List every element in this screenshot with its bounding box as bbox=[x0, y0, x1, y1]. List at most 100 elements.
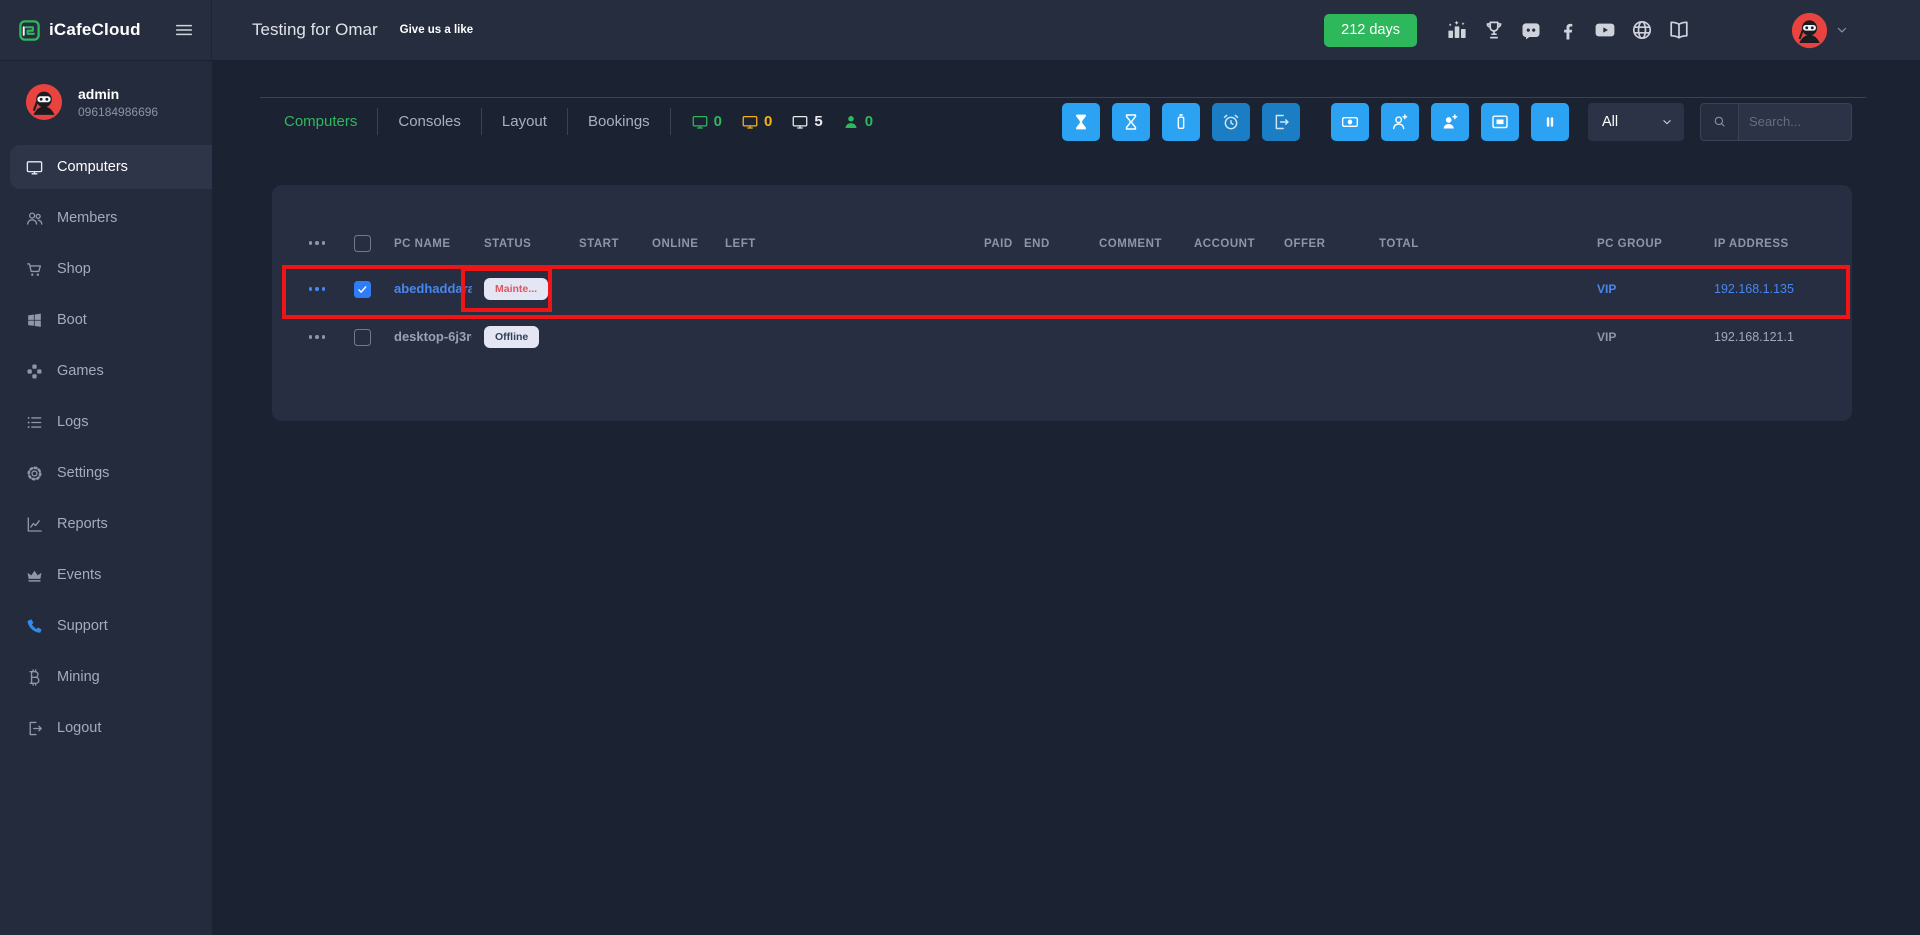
cell-status: Offline bbox=[472, 326, 567, 348]
sidebar-item-members[interactable]: Members bbox=[10, 196, 212, 240]
hourglass-filled-button[interactable] bbox=[1062, 103, 1100, 141]
pc-name-link[interactable]: abedhaddara bbox=[394, 281, 472, 296]
sidebar-item-label: Mining bbox=[57, 669, 100, 685]
battery-button[interactable] bbox=[1162, 103, 1200, 141]
counter-value: 0 bbox=[764, 113, 772, 130]
members-icon bbox=[25, 209, 57, 228]
cash-button[interactable] bbox=[1331, 103, 1369, 141]
brand-area: iCafeCloud bbox=[0, 0, 212, 60]
sign-out-button[interactable] bbox=[1262, 103, 1300, 141]
license-days-button[interactable]: 212 days bbox=[1324, 14, 1417, 47]
row-menu-icon[interactable] bbox=[309, 241, 326, 245]
sidebar-item-support[interactable]: Support bbox=[10, 604, 212, 648]
support-icon bbox=[25, 617, 57, 636]
monitor-icon bbox=[691, 113, 709, 131]
column-header-start: START bbox=[579, 238, 619, 250]
cell-start: START bbox=[567, 234, 640, 252]
person-icon bbox=[842, 113, 860, 131]
screenshot-button[interactable] bbox=[1481, 103, 1519, 141]
cell-pc-name: desktop-6j3rg... bbox=[382, 328, 472, 346]
add-member-button[interactable] bbox=[1381, 103, 1419, 141]
pause-button[interactable] bbox=[1531, 103, 1569, 141]
select-all-checkbox[interactable] bbox=[354, 235, 371, 252]
youtube-icon[interactable] bbox=[1593, 18, 1617, 42]
sidebar-item-logout[interactable]: Logout bbox=[10, 706, 212, 750]
cell-pc-name: PC NAME bbox=[382, 234, 472, 252]
cell-actions bbox=[292, 287, 342, 291]
pc-group-value: VIP bbox=[1597, 282, 1616, 296]
monitor-icon bbox=[791, 113, 809, 131]
topbar-icon-links bbox=[1445, 18, 1691, 42]
sidebar-item-games[interactable]: Games bbox=[10, 349, 212, 393]
give-us-a-like-link[interactable]: Give us a like bbox=[400, 24, 474, 36]
toolbar-buttons bbox=[1050, 103, 1569, 141]
main-content: ComputersConsolesLayoutBookings 0 0 5 0 All… bbox=[212, 61, 1920, 935]
status-badge[interactable]: Offline bbox=[484, 326, 539, 348]
row-menu-icon[interactable] bbox=[309, 287, 326, 291]
column-header-pc-group: PC GROUP bbox=[1597, 238, 1662, 250]
search-input[interactable] bbox=[1739, 104, 1851, 140]
account-menu[interactable] bbox=[1791, 12, 1850, 49]
status-counters: 0 0 5 0 bbox=[691, 113, 873, 131]
cell-ip: 192.168.1.135 bbox=[1702, 280, 1832, 298]
sidebar-item-label: Events bbox=[57, 567, 101, 583]
sidebar-item-computers[interactable]: Computers bbox=[10, 145, 212, 189]
topbar: iCafeCloud Testing for Omar Give us a li… bbox=[0, 0, 1920, 61]
sidebar-item-boot[interactable]: Boot bbox=[10, 298, 212, 342]
toolbar-row: ComputersConsolesLayoutBookings 0 0 5 0 All bbox=[260, 97, 1866, 145]
filter-select[interactable]: All bbox=[1588, 103, 1684, 141]
sidebar-item-shop[interactable]: Shop bbox=[10, 247, 212, 291]
table-row-1: desktop-6j3rg...OfflineVIP192.168.121.1 bbox=[292, 313, 1832, 361]
sidebar-item-reports[interactable]: Reports bbox=[10, 502, 212, 546]
facebook-icon[interactable] bbox=[1556, 18, 1580, 42]
row-checkbox[interactable] bbox=[354, 329, 371, 346]
pc-name-link[interactable]: desktop-6j3rg... bbox=[394, 329, 472, 344]
tab-consoles[interactable]: Consoles bbox=[378, 108, 482, 135]
counter-value: 0 bbox=[865, 113, 873, 130]
sidebar-item-mining[interactable]: Mining bbox=[10, 655, 212, 699]
cell-end: END bbox=[1012, 234, 1087, 252]
globe-icon[interactable] bbox=[1630, 18, 1654, 42]
computers-icon bbox=[25, 158, 57, 177]
admin-phone: 096184986696 bbox=[78, 105, 158, 119]
sidebar-item-label: Support bbox=[57, 618, 108, 634]
column-header-total: TOTAL bbox=[1379, 238, 1419, 250]
discord-icon[interactable] bbox=[1519, 18, 1543, 42]
tab-computers[interactable]: Computers bbox=[264, 108, 378, 135]
sidebar-item-events[interactable]: Events bbox=[10, 553, 212, 597]
column-header-left: LEFT bbox=[725, 238, 756, 250]
tab-layout[interactable]: Layout bbox=[482, 108, 568, 135]
add-guest-button[interactable] bbox=[1431, 103, 1469, 141]
row-menu-icon[interactable] bbox=[309, 335, 326, 339]
settings-icon bbox=[25, 464, 57, 483]
hourglass-outline-button[interactable] bbox=[1112, 103, 1150, 141]
sidebar: admin 096184986696 ComputersMembersShopB… bbox=[0, 61, 212, 935]
cell-pc-group: VIP bbox=[1585, 280, 1702, 298]
cell-offer: OFFER bbox=[1272, 234, 1367, 252]
monitor-icon bbox=[741, 113, 759, 131]
icafecloud-logo-icon bbox=[18, 19, 41, 42]
cell-comment: COMMENT bbox=[1087, 234, 1182, 252]
cell-status: STATUS bbox=[472, 234, 567, 252]
hamburger-menu-icon[interactable] bbox=[173, 19, 195, 41]
counter-monitor-2: 5 bbox=[791, 113, 822, 131]
status-badge[interactable]: Mainte... bbox=[484, 278, 548, 300]
filter-value: All bbox=[1602, 114, 1618, 130]
cell-status: Mainte... bbox=[472, 278, 567, 300]
search-icon bbox=[1701, 104, 1739, 140]
sidebar-item-label: Computers bbox=[57, 159, 128, 175]
alarm-clock-button[interactable] bbox=[1212, 103, 1250, 141]
ip-address-value: 192.168.121.1 bbox=[1714, 330, 1794, 344]
mining-icon bbox=[25, 668, 57, 687]
ranking-icon[interactable] bbox=[1445, 18, 1469, 42]
documentation-icon[interactable] bbox=[1667, 18, 1691, 42]
tab-bookings[interactable]: Bookings bbox=[568, 108, 671, 135]
counter-value: 0 bbox=[714, 113, 722, 130]
cell-account: ACCOUNT bbox=[1182, 234, 1272, 252]
sidebar-item-settings[interactable]: Settings bbox=[10, 451, 212, 495]
cell-checkbox bbox=[342, 329, 382, 346]
trophy-icon[interactable] bbox=[1482, 18, 1506, 42]
row-checkbox[interactable] bbox=[354, 281, 371, 298]
sidebar-item-logs[interactable]: Logs bbox=[10, 400, 212, 444]
column-header-offer: OFFER bbox=[1284, 238, 1325, 250]
